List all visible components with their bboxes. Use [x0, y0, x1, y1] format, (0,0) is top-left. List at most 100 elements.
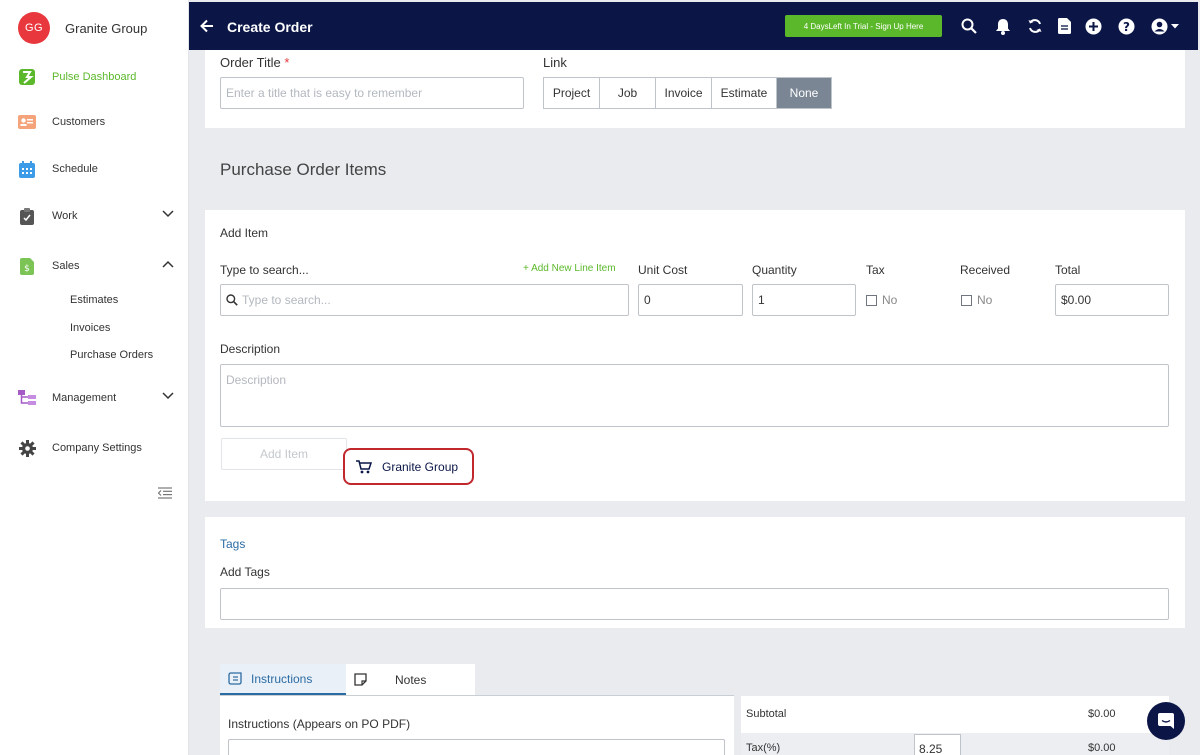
search-label: Type to search... [220, 263, 309, 277]
user-circle-icon[interactable] [1150, 17, 1182, 35]
item-search-input[interactable]: Type to search... [220, 284, 629, 316]
tax-checkbox[interactable]: No [866, 293, 897, 307]
instructions-textarea[interactable] [228, 739, 725, 755]
subtotal-row: Subtotal $0.00 [741, 699, 1169, 727]
sidebar-subitem-invoices[interactable]: Invoices [70, 322, 110, 334]
received-label: Received [960, 263, 1011, 277]
sidebar-item-label: Work [52, 210, 78, 222]
sidebar-item-label: Customers [52, 116, 106, 128]
sidebar-item-schedule[interactable]: Schedule [18, 158, 178, 180]
received-checkbox[interactable]: No [961, 293, 992, 307]
tax-amount-value: $0.00 [1088, 742, 1116, 754]
sidebar-item-management[interactable]: Management [18, 387, 178, 409]
quantity-input[interactable]: 1 [752, 284, 856, 316]
back-arrow-icon[interactable] [200, 19, 214, 38]
sidebar-item-label: Pulse Dashboard [52, 71, 137, 83]
tab-label: Instructions [251, 671, 313, 686]
add-tags-label: Add Tags [220, 565, 270, 579]
collapse-sidebar-icon[interactable] [157, 486, 172, 504]
section-title: Purchase Order Items [220, 160, 387, 179]
link-option-job[interactable]: Job [600, 78, 656, 108]
sidebar-item-label: Company Settings [52, 442, 142, 454]
sidebar-item-sales[interactable]: $ Sales [18, 255, 178, 277]
customers-card-icon [18, 113, 36, 131]
note-icon [354, 673, 367, 686]
tab-instructions[interactable]: Instructions [220, 664, 346, 695]
help-icon[interactable]: ? [1117, 17, 1135, 35]
tab-notes[interactable]: Notes [346, 664, 475, 695]
sidebar-subitem-purchase-orders[interactable]: Purchase Orders [70, 349, 153, 361]
link-option-estimate[interactable]: Estimate [712, 78, 777, 108]
sidebar-item-work[interactable]: Work [18, 205, 178, 227]
chevron-down-icon [162, 209, 174, 221]
avatar: GG [18, 12, 50, 44]
tax-rate-input[interactable]: 8.25 [914, 734, 961, 755]
svg-text:$: $ [24, 264, 30, 274]
calendar-icon [18, 160, 36, 178]
company-name: Granite Group [65, 20, 148, 36]
link-option-none[interactable]: None [777, 78, 831, 108]
bell-icon[interactable] [994, 17, 1012, 35]
total-label: Total [1055, 263, 1081, 277]
svg-text:?: ? [1123, 20, 1130, 34]
chevron-down-icon [162, 391, 174, 403]
trial-signup-button[interactable]: 4 DaysLeft In Trial - Sign Up Here [785, 15, 942, 37]
tax-label: Tax [866, 263, 885, 277]
bottom-tabs: Instructions Notes [220, 664, 475, 695]
chat-icon [1157, 712, 1175, 730]
sidebar-item-label: Sales [52, 260, 80, 272]
sidebar-item-pulse-dashboard[interactable]: Pulse Dashboard [18, 66, 178, 88]
vendor-granite-group-button[interactable]: Granite Group [343, 448, 474, 485]
total-input[interactable]: $0.00 [1055, 284, 1169, 316]
chat-button[interactable] [1147, 702, 1185, 740]
top-bar: Create Order 4 DaysLeft In Trial - Sign … [189, 2, 1198, 50]
link-selector: Project Job Invoice Estimate None [543, 77, 832, 109]
tab-label: Notes [395, 672, 427, 687]
cart-icon [356, 459, 372, 474]
clipboard-icon [18, 207, 36, 225]
subtotal-label: Subtotal [746, 708, 787, 720]
sidebar-item-label: Management [52, 392, 117, 404]
unit-cost-input[interactable]: 0 [638, 284, 743, 316]
order-title-input[interactable]: Enter a title that is easy to remember [220, 77, 524, 109]
brand[interactable]: GG Granite Group [18, 12, 147, 44]
description-textarea[interactable]: Description [220, 364, 1169, 427]
order-title-label: Order Title * [220, 55, 289, 70]
org-chart-icon [18, 389, 36, 407]
add-item-button[interactable]: Add Item [221, 438, 347, 470]
tax-rate-label: Tax(%) [746, 742, 781, 754]
sidebar-item-company-settings[interactable]: Company Settings [18, 437, 178, 459]
checkbox-icon [866, 294, 877, 306]
dollar-document-icon: $ [18, 257, 36, 275]
checkbox-icon [961, 294, 972, 306]
link-option-invoice[interactable]: Invoice [656, 78, 712, 108]
add-item-heading: Add Item [220, 226, 269, 240]
instructions-label: Instructions (Appears on PO PDF) [228, 717, 411, 731]
sidebar-subitem-estimates[interactable]: Estimates [70, 294, 118, 306]
item-search-placeholder: Type to search... [242, 293, 331, 307]
vendor-button-label: Granite Group [382, 459, 459, 474]
document-icon[interactable] [1055, 17, 1073, 35]
add-new-line-item-link[interactable]: + Add New Line Item [523, 263, 616, 274]
order-title-label-text: Order Title [220, 55, 281, 70]
subtotal-value: $0.00 [1088, 708, 1116, 720]
search-icon[interactable] [960, 17, 978, 35]
tags-link[interactable]: Tags [220, 537, 245, 551]
description-label: Description [220, 342, 281, 356]
quantity-label: Quantity [752, 263, 797, 277]
chevron-up-icon [162, 259, 174, 271]
plus-circle-icon[interactable] [1084, 17, 1102, 35]
scroll-icon [228, 672, 243, 685]
search-icon [226, 294, 238, 306]
unit-cost-label: Unit Cost [638, 263, 688, 277]
sync-icon[interactable] [1026, 17, 1044, 35]
required-mark: * [284, 55, 290, 70]
pulse-logo-icon [18, 68, 36, 86]
tax-checkbox-label: No [882, 293, 898, 307]
received-checkbox-label: No [977, 293, 993, 307]
add-tags-input[interactable] [220, 588, 1169, 620]
gear-icon [18, 439, 36, 457]
sidebar-item-customers[interactable]: Customers [18, 111, 178, 133]
link-option-project[interactable]: Project [544, 78, 600, 108]
page-title: Create Order [227, 19, 313, 35]
